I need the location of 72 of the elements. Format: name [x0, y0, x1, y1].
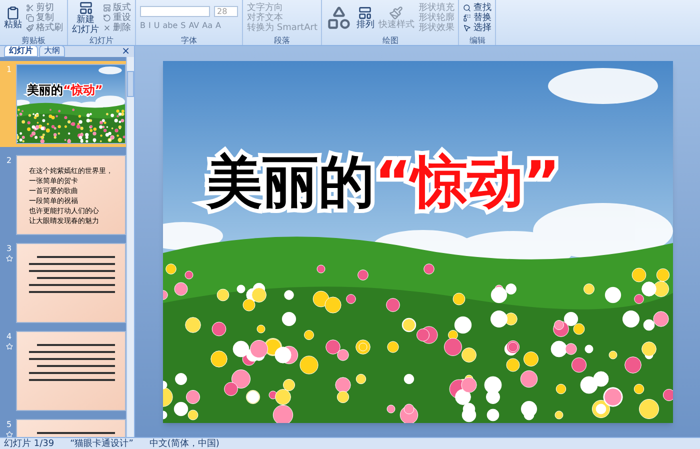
slide-thumbnail-row[interactable]: 3 — [4, 243, 126, 323]
slide-number: 2 — [6, 155, 12, 167]
tool-icon — [463, 24, 472, 32]
format-button[interactable]: U — [154, 20, 160, 30]
group-label: 剪贴板 — [20, 36, 46, 45]
format-button[interactable]: AV — [188, 20, 200, 30]
group-label: 段落 — [273, 36, 292, 45]
slide-thumbnail-row[interactable]: 1 美丽的“惊动” — [0, 61, 126, 147]
style-icon — [389, 6, 404, 20]
status-text: 中文(简体，中国) — [149, 438, 220, 448]
arrange-icon — [358, 6, 372, 20]
ribbon-button[interactable]: 选择 — [463, 23, 492, 33]
font-size-field[interactable]: 28 — [214, 6, 238, 16]
shapes-gallery-icon — [326, 5, 352, 31]
format-button[interactable]: Aa — [202, 20, 213, 30]
tool-icon — [463, 4, 472, 12]
animation-icon — [6, 255, 12, 262]
tool-icon — [26, 4, 34, 12]
tool-icon — [26, 24, 34, 32]
slide-thumbnail-row[interactable]: 4 — [4, 331, 126, 411]
ribbon-button[interactable]: 形状填充 — [418, 3, 454, 13]
ribbon-button[interactable]: 格式刷 — [26, 23, 63, 33]
status-text: “猫眼卡通设计” — [70, 438, 134, 448]
ribbon-large-button[interactable]: 快速样式 — [378, 6, 414, 30]
format-button[interactable]: I — [148, 20, 151, 30]
panel-tab[interactable]: 幻灯片 — [4, 45, 38, 57]
ribbon-button[interactable]: 查找 — [463, 3, 492, 13]
slide-number: 5 — [6, 419, 12, 431]
ribbon-button[interactable]: 形状效果 — [418, 23, 454, 33]
ribbon-button[interactable]: 复制 — [26, 13, 63, 23]
scrollbar[interactable] — [126, 57, 134, 437]
animation-icon — [6, 343, 12, 350]
ribbon-button[interactable]: 文字方向 — [247, 3, 318, 13]
ribbon-large-button[interactable]: 排列 — [356, 6, 374, 30]
group-label: 编辑 — [468, 36, 486, 45]
format-button[interactable]: B — [140, 20, 146, 30]
ribbon-button[interactable]: 删除 — [103, 23, 131, 33]
ribbon-button[interactable]: 版式 — [103, 3, 131, 13]
thumbnail-title: “惊动” — [63, 82, 103, 99]
slide-thumbnail-row[interactable]: 5 — [4, 419, 126, 437]
paste-icon — [6, 6, 20, 20]
status-text: 幻灯片 1/39 — [4, 438, 54, 448]
close-button[interactable]: × — [122, 47, 130, 57]
ribbon-large-button[interactable]: 新建 幻灯片 — [72, 1, 99, 35]
font-name-field[interactable] — [140, 6, 210, 16]
slide-title: “惊动” — [374, 148, 560, 216]
thumbnail-title: 美丽的 — [27, 82, 63, 99]
ribbon-button[interactable]: 转换为 SmartArt — [247, 23, 318, 33]
slide-thumbnail[interactable]: 美丽的“惊动” — [16, 64, 126, 144]
ribbon-large-button[interactable]: 粘贴 — [4, 6, 22, 30]
tool-icon — [103, 4, 111, 12]
group-label: 绘图 — [381, 36, 400, 45]
group-label: 字体 — [180, 36, 198, 45]
ribbon-button[interactable]: 形状轮廓 — [418, 13, 454, 23]
group-label: 幻灯片 — [88, 36, 114, 45]
tool-icon — [463, 14, 472, 22]
tool-icon — [26, 14, 34, 22]
tool-icon — [103, 24, 111, 32]
ribbon-button[interactable]: 剪切 — [26, 3, 63, 13]
slide-number: 3 — [6, 243, 12, 255]
tool-icon — [103, 14, 111, 22]
animation-icon — [6, 431, 12, 437]
format-button[interactable]: A — [216, 20, 221, 30]
slide-number: 4 — [6, 331, 12, 343]
new-slide-icon — [78, 1, 92, 15]
ribbon-button[interactable]: 替换 — [463, 13, 492, 23]
ribbon-button[interactable]: 对齐文本 — [247, 13, 318, 23]
panel-tab[interactable]: 大纲 — [39, 45, 65, 57]
slide-number: 1 — [6, 64, 12, 76]
format-button[interactable]: abe — [162, 20, 178, 30]
ribbon-button[interactable]: 重设 — [103, 13, 131, 23]
format-button[interactable]: S — [180, 20, 186, 30]
